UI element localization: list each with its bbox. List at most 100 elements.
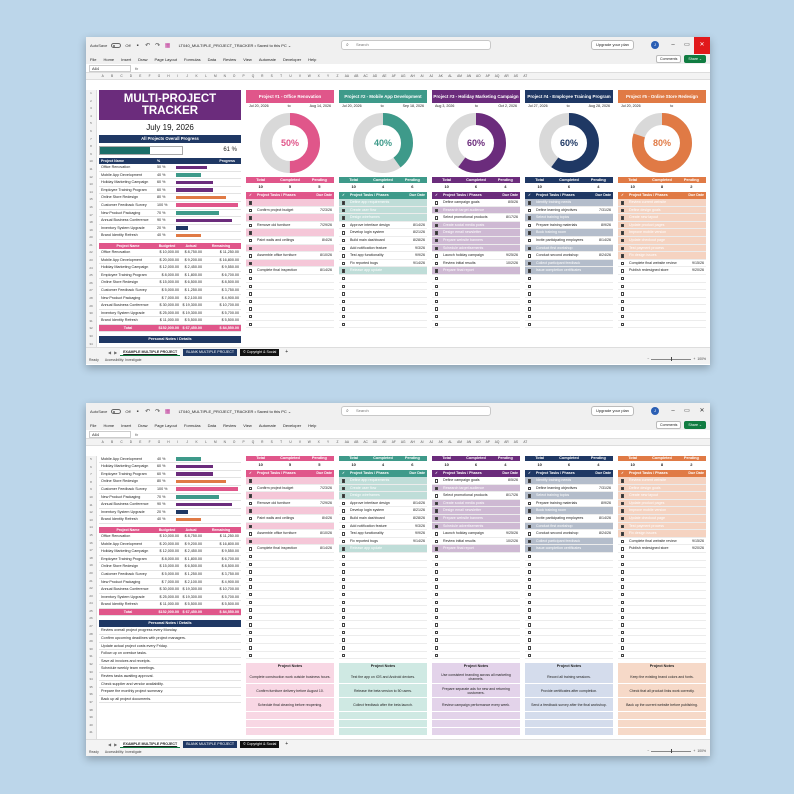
task-checkbox[interactable] xyxy=(525,214,534,221)
task-row[interactable]: Research target audience xyxy=(432,206,520,215)
task-checkbox[interactable] xyxy=(339,207,348,214)
upgrade-button[interactable]: Upgrade your plan xyxy=(591,406,634,416)
task-checkbox[interactable] xyxy=(618,545,627,552)
menu-home[interactable]: Home xyxy=(103,57,114,62)
column-header[interactable]: E xyxy=(136,439,145,445)
task-checkbox[interactable] xyxy=(339,237,348,244)
column-header[interactable]: AJ xyxy=(427,73,436,79)
task-checkbox[interactable] xyxy=(618,199,627,206)
row-number[interactable]: 34 xyxy=(86,676,96,684)
task-row[interactable]: Identify training needs xyxy=(525,199,613,207)
task-row[interactable]: Complete final inspection 8/14/26 xyxy=(246,545,334,553)
task-row[interactable]: Review current website xyxy=(618,199,706,207)
row-number[interactable]: 2 xyxy=(86,98,96,106)
task-row[interactable]: Publish redesigned store 9/20/26 xyxy=(618,545,706,553)
row-number[interactable]: 19 xyxy=(86,562,96,570)
row-number[interactable]: 33 xyxy=(86,669,96,677)
task-row[interactable] xyxy=(246,229,334,237)
close-icon[interactable]: ✕ xyxy=(694,403,710,420)
task-checkbox[interactable] xyxy=(432,561,441,568)
task-checkbox[interactable] xyxy=(525,222,534,229)
task-checkbox[interactable] xyxy=(525,530,534,537)
column-header[interactable]: P xyxy=(239,73,248,79)
task-checkbox[interactable] xyxy=(618,321,627,328)
task-checkbox[interactable] xyxy=(618,237,627,244)
task-checkbox[interactable] xyxy=(246,614,255,621)
task-row[interactable] xyxy=(525,561,613,569)
task-row[interactable]: Improve mobile version xyxy=(618,229,706,237)
column-header[interactable]: AE xyxy=(380,73,389,79)
personal-note[interactable]: Follow up on overdue tasks. xyxy=(99,650,241,658)
task-checkbox[interactable] xyxy=(246,313,255,320)
row-number[interactable]: 1 xyxy=(86,90,96,98)
project-note[interactable] xyxy=(246,712,334,721)
sheet-grid[interactable]: 1 2 3 4 5 6 7 8 9 10 11 12 13 14 15 16 17 18 19 20 21 22 23 24 2… xyxy=(86,90,710,347)
task-checkbox[interactable] xyxy=(618,313,627,320)
task-row[interactable]: Release app update xyxy=(339,545,427,553)
task-row[interactable] xyxy=(246,290,334,298)
project-note[interactable] xyxy=(246,720,334,729)
row-number[interactable]: 10 xyxy=(86,158,96,166)
task-checkbox[interactable] xyxy=(525,545,534,552)
task-checkbox[interactable] xyxy=(432,260,441,267)
column-header[interactable]: I xyxy=(173,73,182,79)
task-row[interactable]: Test app functionality 9/9/26 xyxy=(339,252,427,260)
task-row[interactable]: Design email newsletter xyxy=(432,229,520,237)
task-row[interactable] xyxy=(339,275,427,283)
task-checkbox[interactable] xyxy=(246,553,255,560)
task-checkbox[interactable] xyxy=(618,245,627,252)
task-row[interactable]: Invite participating employees 8/14/26 xyxy=(525,515,613,523)
column-header[interactable]: X xyxy=(314,439,323,445)
task-row[interactable] xyxy=(618,591,706,599)
task-row[interactable] xyxy=(432,298,520,306)
task-checkbox[interactable] xyxy=(618,538,627,545)
task-row[interactable] xyxy=(246,298,334,306)
tab-next-icon[interactable]: ▶ xyxy=(114,350,117,355)
project-note[interactable]: Release the beta version to 50 users. xyxy=(339,684,427,699)
column-header[interactable]: AC xyxy=(361,73,370,79)
row-number[interactable]: 6 xyxy=(86,464,96,472)
column-header[interactable]: AN xyxy=(464,439,473,445)
task-checkbox[interactable] xyxy=(525,652,534,659)
task-checkbox[interactable] xyxy=(525,583,534,590)
task-row[interactable] xyxy=(432,599,520,607)
task-row[interactable] xyxy=(432,583,520,591)
task-checkbox[interactable] xyxy=(618,614,627,621)
column-header[interactable]: L xyxy=(201,73,210,79)
menu-draw[interactable]: Draw xyxy=(138,57,147,62)
row-number[interactable]: 23 xyxy=(86,257,96,265)
project-note[interactable] xyxy=(432,720,520,729)
task-row[interactable]: Book training room xyxy=(525,507,613,515)
task-checkbox[interactable] xyxy=(432,275,441,282)
task-row[interactable]: Confirm project budget 7/23/26 xyxy=(246,207,334,215)
task-checkbox[interactable] xyxy=(618,252,627,259)
column-header[interactable]: AR xyxy=(502,439,511,445)
column-header[interactable]: E xyxy=(136,73,145,79)
task-row[interactable] xyxy=(339,636,427,645)
column-header[interactable]: AC xyxy=(361,439,370,445)
project-note[interactable] xyxy=(246,728,334,737)
column-header[interactable]: B xyxy=(107,439,116,445)
task-row[interactable] xyxy=(525,599,613,607)
task-row[interactable] xyxy=(525,313,613,321)
task-checkbox[interactable] xyxy=(339,538,348,545)
task-checkbox[interactable] xyxy=(618,621,627,628)
task-row[interactable]: Define campaign goals 8/5/26 xyxy=(432,477,520,485)
task-checkbox[interactable] xyxy=(246,561,255,568)
task-row[interactable]: Test app functionality 9/9/26 xyxy=(339,530,427,538)
column-header[interactable]: AK xyxy=(436,73,445,79)
menu-help[interactable]: Help xyxy=(308,423,316,428)
column-header[interactable]: J xyxy=(183,73,192,79)
row-number[interactable]: 32 xyxy=(86,325,96,333)
save-icon[interactable]: ▪ xyxy=(135,43,141,49)
column-header[interactable]: V xyxy=(295,439,304,445)
task-row[interactable]: Approve interface design 8/14/26 xyxy=(339,222,427,230)
task-checkbox[interactable] xyxy=(618,283,627,290)
menu-help[interactable]: Help xyxy=(308,57,316,62)
task-checkbox[interactable] xyxy=(339,245,348,252)
row-number[interactable]: 13 xyxy=(86,517,96,525)
task-row[interactable] xyxy=(432,313,520,321)
task-row[interactable] xyxy=(432,621,520,629)
tab-blank[interactable]: BLANK MULTIPLE PROJECT xyxy=(183,348,238,356)
task-checkbox[interactable] xyxy=(432,207,441,214)
